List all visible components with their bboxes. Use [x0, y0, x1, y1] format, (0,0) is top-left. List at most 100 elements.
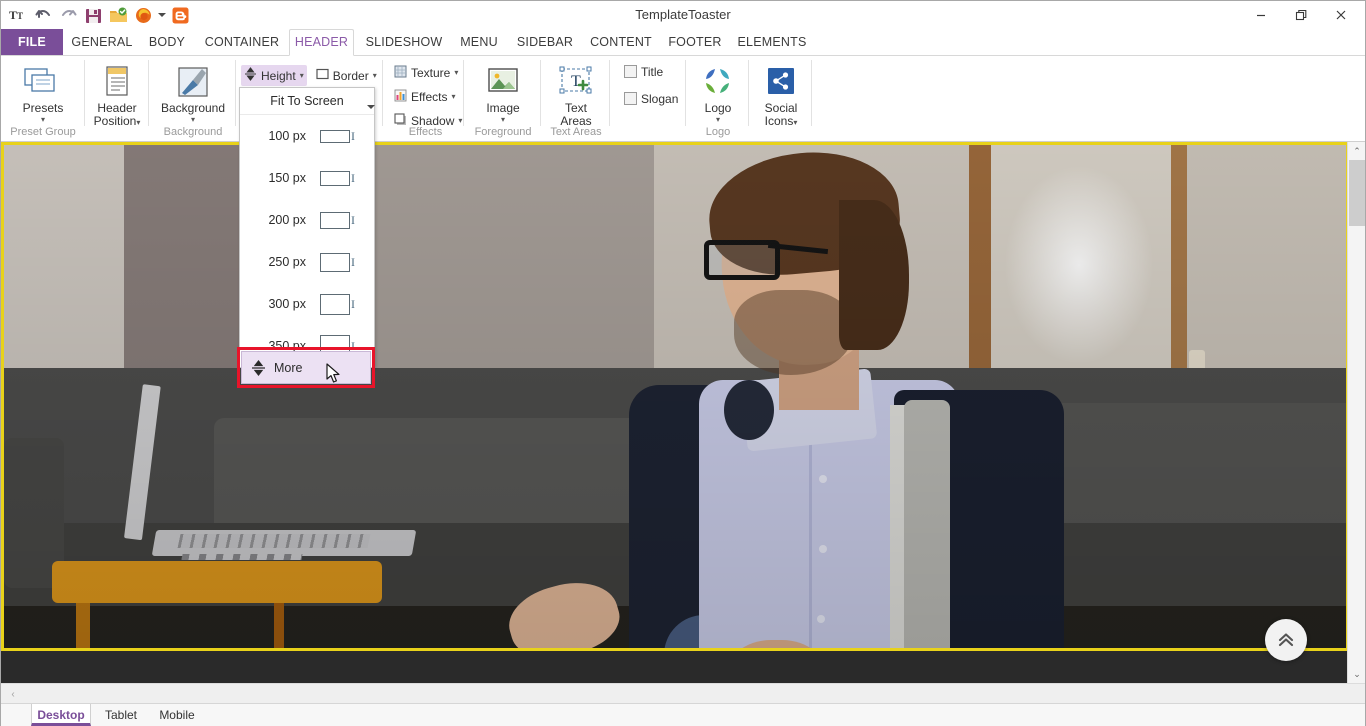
dropdown-label-250px: 250 px	[240, 255, 310, 269]
preview-dropdown-caret[interactable]	[157, 4, 166, 26]
logo-button[interactable]: Logo ▾	[687, 59, 749, 124]
image-icon	[485, 63, 521, 101]
border-caret[interactable]: ▾	[373, 72, 377, 80]
height-dropdown-menu[interactable]: Fit To Screen 100 px I 150 px I 200 px I…	[239, 87, 375, 368]
slogan-checkbox[interactable]	[624, 92, 637, 105]
horizontal-scrollbar[interactable]: ‹	[1, 683, 1349, 703]
background-button[interactable]: Background ▾	[150, 59, 236, 124]
dropdown-item-200px[interactable]: 200 px I	[240, 199, 374, 241]
header-position-label-1: Header	[97, 101, 136, 115]
redo-icon[interactable]	[57, 4, 79, 26]
header-position-button[interactable]: HeaderPosition▾	[85, 59, 149, 128]
dropdown-item-150px[interactable]: 150 px I	[240, 157, 374, 199]
blogger-icon[interactable]	[169, 4, 191, 26]
tab-elements[interactable]: ELEMENTS	[732, 29, 812, 56]
height-dropdown-caret[interactable]	[367, 97, 375, 115]
text-areas-icon: T	[558, 63, 594, 101]
group-separator	[811, 60, 812, 126]
dropdown-label-300px: 300 px	[240, 297, 310, 311]
device-tab-desktop[interactable]: Desktop	[31, 704, 91, 726]
dropdown-item-more[interactable]: More	[241, 351, 371, 384]
title-checkbox[interactable]	[624, 65, 637, 78]
save-icon[interactable]	[82, 4, 104, 26]
social-icons-label-1: Social	[765, 101, 798, 115]
close-button[interactable]	[1321, 2, 1361, 28]
tab-container[interactable]: CONTAINER	[197, 29, 287, 56]
dropdown-item-fit-to-screen[interactable]: Fit To Screen	[240, 88, 374, 115]
tab-general[interactable]: GENERAL	[67, 29, 137, 56]
maximize-restore-button[interactable]	[1281, 2, 1321, 28]
dropdown-preview-150px: I	[320, 171, 355, 186]
group-separator	[235, 60, 236, 126]
tab-sidebar[interactable]: SIDEBAR	[509, 29, 581, 56]
group-separator	[148, 60, 149, 126]
logo-caret[interactable]: ▾	[716, 116, 720, 124]
presets-caret[interactable]: ▾	[41, 116, 45, 124]
height-caret[interactable]: ▾	[300, 72, 304, 80]
tab-header[interactable]: HEADER	[289, 29, 354, 56]
texture-button[interactable]: Texture ▾	[391, 62, 465, 83]
vertical-scrollbar[interactable]: ⌃ ⌄	[1347, 142, 1365, 683]
device-tab-mobile[interactable]: Mobile	[147, 704, 207, 726]
social-icons-caret[interactable]: ▾	[793, 118, 797, 127]
background-brush-icon	[176, 63, 210, 101]
ribbon-group-logo: Logo ▾ Logo	[687, 56, 749, 141]
group-separator	[463, 60, 464, 126]
more-label: More	[274, 361, 302, 375]
image-button[interactable]: Image ▾	[465, 59, 541, 124]
header-position-icon	[101, 63, 133, 101]
slogan-checkbox-row[interactable]: Slogan	[621, 88, 681, 109]
ribbon-group-effects: Texture ▾ Effects ▾ Shadow ▾	[387, 56, 464, 141]
scroll-left-button[interactable]: ‹	[5, 686, 21, 702]
group-separator	[609, 60, 610, 126]
background-caret[interactable]: ▾	[191, 116, 195, 124]
tab-slideshow[interactable]: SLIDESHOW	[358, 29, 450, 56]
window-title: TemplateToaster	[1, 1, 1365, 29]
vertical-scroll-thumb[interactable]	[1349, 160, 1365, 226]
social-icons-button[interactable]: SocialIcons▾	[750, 59, 812, 128]
scroll-to-top-button[interactable]	[1265, 619, 1307, 661]
presets-button[interactable]: Presets ▾	[1, 59, 85, 124]
title-checkbox-row[interactable]: Title	[621, 61, 681, 82]
dropdown-more-wrapper: More	[241, 351, 371, 384]
device-tab-tablet[interactable]: Tablet	[93, 704, 149, 726]
tab-menu[interactable]: MENU	[453, 29, 505, 56]
design-canvas[interactable]	[1, 142, 1349, 683]
scroll-down-button[interactable]: ⌄	[1348, 665, 1366, 683]
border-label: Border	[333, 69, 369, 83]
dropdown-item-300px[interactable]: 300 px I	[240, 283, 374, 325]
height-label: Height	[261, 69, 296, 83]
ribbon-group-textareas: T TextAreas Text Areas	[542, 56, 610, 141]
social-share-icon	[765, 63, 797, 101]
group-label-foreground: Foreground	[465, 126, 541, 138]
image-caret[interactable]: ▾	[501, 116, 505, 124]
scroll-up-button[interactable]: ⌃	[1348, 142, 1366, 160]
header-background-photo	[4, 145, 1346, 648]
effects-caret[interactable]: ▾	[451, 93, 455, 101]
presets-icon	[23, 63, 63, 101]
background-label: Background	[161, 102, 225, 115]
header-selection-zone[interactable]	[1, 142, 1349, 651]
svg-text:T: T	[17, 11, 23, 21]
effects-button[interactable]: Effects ▾	[391, 86, 465, 107]
export-folder-icon[interactable]	[107, 4, 129, 26]
dropdown-item-250px[interactable]: 250 px I	[240, 241, 374, 283]
undo-icon[interactable]	[32, 4, 54, 26]
tab-footer[interactable]: FOOTER	[662, 29, 728, 56]
shadow-caret[interactable]: ▾	[458, 117, 462, 125]
height-button[interactable]: Height ▾	[241, 65, 307, 86]
tab-file[interactable]: FILE	[1, 29, 63, 56]
text-areas-button[interactable]: T TextAreas	[542, 59, 610, 128]
font-size-icon[interactable]: TT	[7, 4, 29, 26]
dropdown-item-100px[interactable]: 100 px I	[240, 115, 374, 157]
firefox-preview-icon[interactable]	[132, 4, 154, 26]
photo-overlay-shade	[4, 145, 1346, 648]
minimize-button[interactable]	[1241, 2, 1281, 28]
ribbon-group-preset: Presets ▾ Preset Group	[1, 56, 85, 141]
svg-text:T: T	[571, 73, 581, 90]
tab-body[interactable]: BODY	[141, 29, 193, 56]
texture-caret[interactable]: ▾	[454, 69, 458, 77]
header-position-caret[interactable]: ▾	[136, 118, 140, 127]
border-button[interactable]: Border ▾	[313, 65, 380, 86]
tab-content[interactable]: CONTENT	[584, 29, 658, 56]
